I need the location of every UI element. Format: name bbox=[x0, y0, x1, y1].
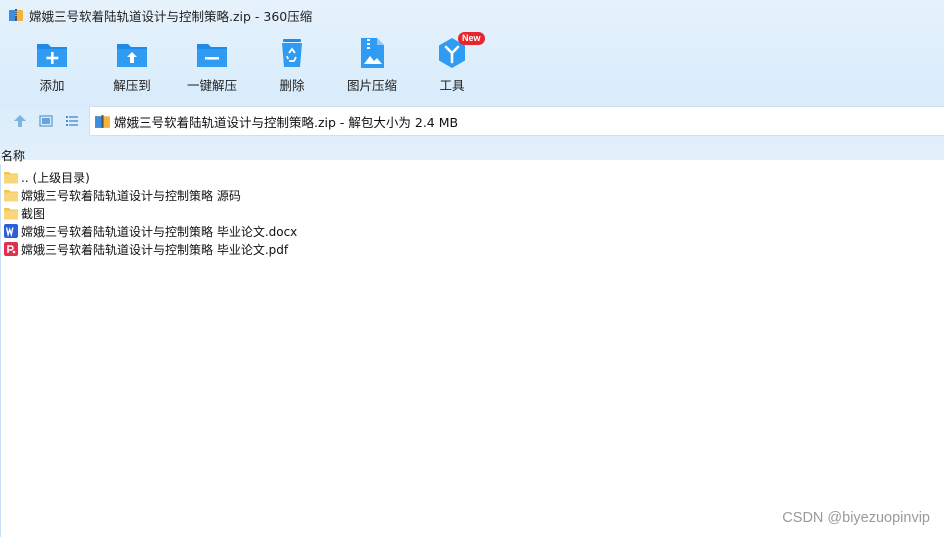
column-name-label: 名称 bbox=[1, 148, 26, 163]
one-click-extract-icon bbox=[197, 44, 227, 67]
list-item-parent-directory[interactable]: .. (上级目录) bbox=[0, 168, 944, 186]
window-title: 嫦娥三号软着陆轨道设计与控制策略.zip - 360压缩 bbox=[29, 8, 313, 24]
address-path: 嫦娥三号软着陆轨道设计与控制策略.zip - 解包大小为 2.4 MB bbox=[114, 114, 459, 130]
extract-to-button[interactable]: 解压到 bbox=[92, 36, 172, 98]
add-label: 添加 bbox=[39, 78, 65, 93]
address-row: 嫦娥三号软着陆轨道设计与控制策略.zip - 解包大小为 2.4 MB bbox=[0, 106, 944, 136]
delete-button[interactable]: 删除 bbox=[252, 36, 332, 98]
file-name: 截图 bbox=[21, 206, 46, 221]
add-icon bbox=[37, 44, 67, 67]
folder-icon bbox=[4, 190, 18, 202]
list-item-screenshot-folder[interactable]: 截图 bbox=[0, 204, 944, 222]
extract-to-icon bbox=[117, 44, 147, 67]
image-compress-label: 图片压缩 bbox=[346, 78, 397, 93]
tools-button[interactable]: New 工具 bbox=[412, 32, 492, 98]
tools-label: 工具 bbox=[439, 78, 465, 93]
list-item-source-folder[interactable]: 嫦娥三号软着陆轨道设计与控制策略 源码 bbox=[0, 186, 944, 204]
one-click-extract-label: 一键解压 bbox=[186, 78, 237, 93]
file-name: 嫦娥三号软着陆轨道设计与控制策略 毕业论文.pdf bbox=[21, 242, 289, 257]
toolbar: 添加 解压到 一键解压 删除 图片压缩 New 工具 bbox=[12, 32, 492, 98]
recycle-bin-icon bbox=[282, 39, 302, 67]
thumbnail-view-icon bbox=[39, 115, 53, 127]
column-header-name[interactable]: 名称 bbox=[0, 146, 944, 164]
file-name: 嫦娥三号软着陆轨道设计与控制策略 毕业论文.docx bbox=[21, 224, 298, 239]
word-document-icon bbox=[4, 224, 18, 238]
file-name: .. (上级目录) bbox=[21, 170, 90, 185]
zip-archive-icon bbox=[95, 114, 110, 128]
thumbnail-view-button[interactable] bbox=[33, 108, 59, 134]
one-click-extract-button[interactable]: 一键解压 bbox=[172, 36, 252, 98]
list-view-icon bbox=[66, 116, 78, 126]
arrow-up-icon bbox=[14, 115, 26, 127]
image-compress-button[interactable]: 图片压缩 bbox=[332, 36, 412, 98]
pdf-document-icon bbox=[4, 242, 18, 256]
add-button[interactable]: 添加 bbox=[12, 36, 92, 98]
address-bar[interactable]: 嫦娥三号软着陆轨道设计与控制策略.zip - 解包大小为 2.4 MB bbox=[89, 106, 944, 136]
window-chrome: 嫦娥三号软着陆轨道设计与控制策略.zip - 360压缩 添加 解压到 一键解压… bbox=[0, 0, 944, 160]
file-name: 嫦娥三号软着陆轨道设计与控制策略 源码 bbox=[21, 188, 241, 203]
zip-archive-icon bbox=[9, 9, 23, 21]
list-item-pdf-file[interactable]: 嫦娥三号软着陆轨道设计与控制策略 毕业论文.pdf bbox=[0, 240, 944, 258]
watermark: CSDN @biyezuopinvip bbox=[782, 510, 930, 526]
new-badge: New bbox=[458, 32, 485, 45]
list-item-docx-file[interactable]: 嫦娥三号软着陆轨道设计与控制策略 毕业论文.docx bbox=[0, 222, 944, 240]
file-list: .. (上级目录) 嫦娥三号软着陆轨道设计与控制策略 源码 截图 嫦娥三号软着陆… bbox=[0, 168, 944, 258]
delete-label: 删除 bbox=[279, 78, 305, 93]
title-bar: 嫦娥三号软着陆轨道设计与控制策略.zip - 360压缩 bbox=[0, 0, 944, 30]
image-compress-icon bbox=[361, 38, 384, 68]
folder-icon bbox=[4, 208, 18, 220]
extract-to-label: 解压到 bbox=[113, 78, 151, 93]
up-level-button[interactable] bbox=[7, 108, 33, 134]
folder-icon bbox=[4, 172, 18, 184]
list-view-button[interactable] bbox=[59, 108, 85, 134]
